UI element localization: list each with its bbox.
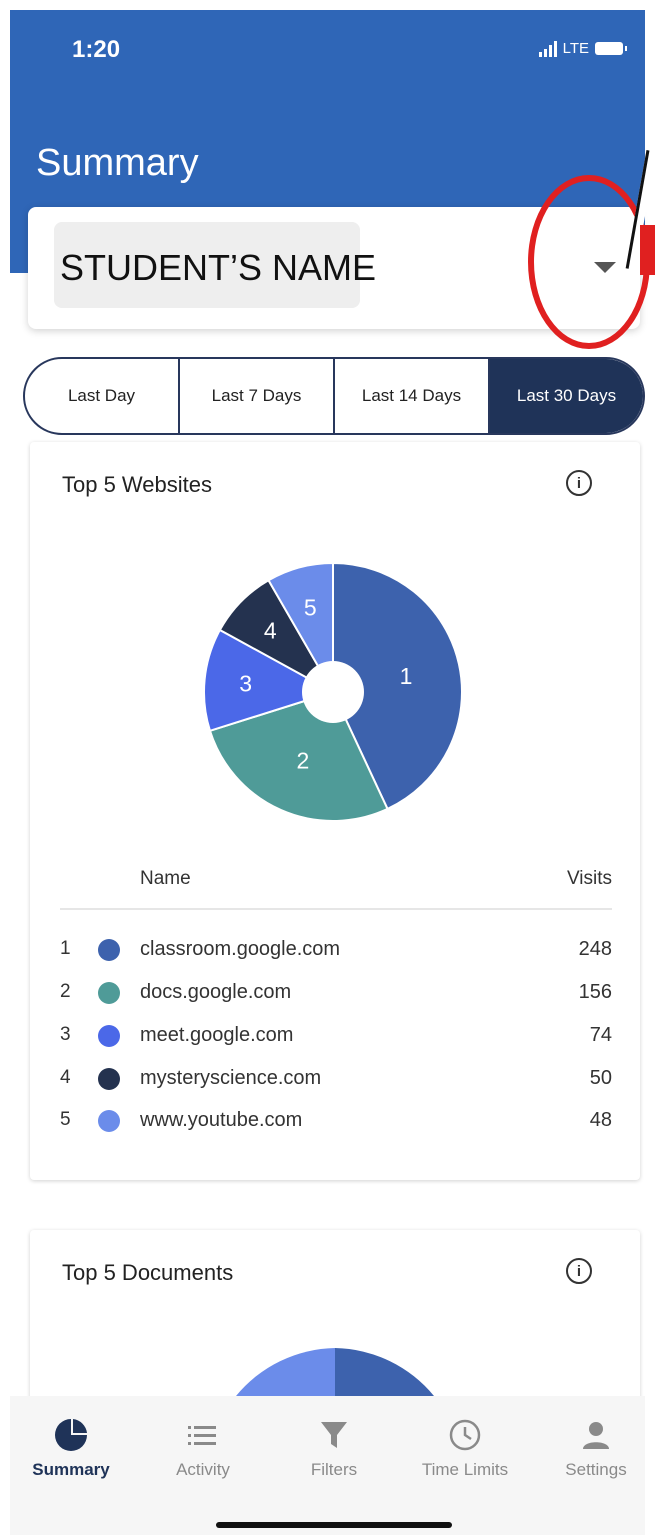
row-visits: 74 — [589, 1024, 612, 1046]
filter-icon — [279, 1418, 389, 1452]
table-row[interactable]: 2 docs.google.com 156 — [60, 971, 612, 1011]
info-icon[interactable]: i — [566, 470, 592, 496]
row-rank: 1 — [60, 938, 71, 959]
row-site-name: mysteryscience.com — [140, 1067, 322, 1089]
legend-dot — [98, 982, 120, 1004]
home-indicator — [216, 1522, 452, 1528]
websites-pie-chart: 1 2 34 5 — [202, 554, 464, 834]
summary-pie-icon — [16, 1418, 126, 1452]
nav-label: Filters — [310, 1460, 358, 1479]
legend-dot — [98, 1110, 120, 1132]
nav-label: Activity — [176, 1460, 230, 1479]
signal-icon — [538, 40, 557, 57]
pie-label-3: 3 — [239, 670, 252, 696]
date-range-tabs: Last Day Last 7 Days Last 14 Days Last 3… — [23, 357, 645, 435]
row-site-name: classroom.google.com — [140, 938, 341, 960]
annotation-arrow-head — [640, 225, 655, 275]
pie-label-4: 4 — [264, 618, 277, 644]
top-websites-card: Top 5 Websites i 12345 Name Visits 1 cla… — [30, 442, 640, 1180]
legend-dot — [98, 1068, 120, 1090]
row-visits: 248 — [578, 938, 612, 960]
nav-label: Time Limits — [421, 1460, 509, 1479]
pie-label-1: 1 — [400, 663, 413, 689]
nav-summary[interactable]: Summary — [16, 1418, 126, 1480]
nav-time-limits[interactable]: Time Limits — [410, 1418, 520, 1480]
network-label: LTE — [562, 40, 589, 57]
battery-icon — [595, 42, 627, 55]
nav-label: Settings — [565, 1460, 627, 1479]
list-icon — [148, 1418, 258, 1452]
status-indicators: LTE — [538, 40, 627, 57]
tab-last-day[interactable]: Last Day — [25, 359, 180, 433]
legend-dot — [98, 1025, 120, 1047]
status-time: 1:20 — [72, 36, 121, 63]
row-site-name: docs.google.com — [140, 981, 292, 1003]
column-name: Name — [140, 868, 191, 889]
person-icon — [541, 1418, 651, 1452]
clock-icon — [410, 1418, 520, 1452]
card-title: Top 5 Documents — [62, 1260, 234, 1285]
bottom-navigation: Summary Activity Filters Time Limits Set… — [10, 1396, 645, 1535]
column-visits: Visits — [566, 868, 612, 889]
row-site-name: www.youtube.com — [140, 1109, 303, 1131]
legend-dot — [98, 939, 120, 961]
row-visits: 50 — [589, 1067, 612, 1089]
nav-activity[interactable]: Activity — [148, 1418, 258, 1480]
tab-last-7-days[interactable]: Last 7 Days — [180, 359, 335, 433]
status-bar: 1:20 LTE — [10, 10, 645, 90]
nav-label: Summary — [32, 1460, 110, 1479]
tab-last-30-days[interactable]: Last 30 Days — [490, 359, 643, 433]
page-title: Summary — [36, 142, 199, 184]
row-rank: 3 — [60, 1024, 71, 1045]
student-name: STUDENT’S NAME — [60, 247, 377, 288]
table-row[interactable]: 3 meet.google.com 74 — [60, 1014, 612, 1054]
row-visits: 156 — [578, 981, 612, 1003]
table-header: Name Visits — [60, 868, 612, 910]
nav-settings[interactable]: Settings — [541, 1418, 651, 1480]
row-rank: 2 — [60, 981, 71, 1002]
nav-filters[interactable]: Filters — [279, 1418, 389, 1480]
pie-center-hole — [302, 661, 364, 723]
table-row[interactable]: 4 mysteryscience.com 50 — [60, 1057, 612, 1097]
info-icon[interactable]: i — [566, 1258, 592, 1284]
pie-svg: 1 2 34 5 — [203, 561, 463, 822]
table-row[interactable]: 1 classroom.google.com 248 — [60, 928, 612, 968]
card-title: Top 5 Websites — [62, 472, 213, 497]
row-site-name: meet.google.com — [140, 1024, 294, 1046]
row-visits: 48 — [589, 1109, 612, 1131]
pie-label-5: 5 — [304, 594, 317, 620]
tab-last-14-days[interactable]: Last 14 Days — [335, 359, 490, 433]
row-rank: 5 — [60, 1109, 71, 1130]
pie-label-2: 2 — [296, 747, 309, 773]
row-rank: 4 — [60, 1067, 71, 1088]
table-row[interactable]: 5 www.youtube.com 48 — [60, 1099, 612, 1139]
